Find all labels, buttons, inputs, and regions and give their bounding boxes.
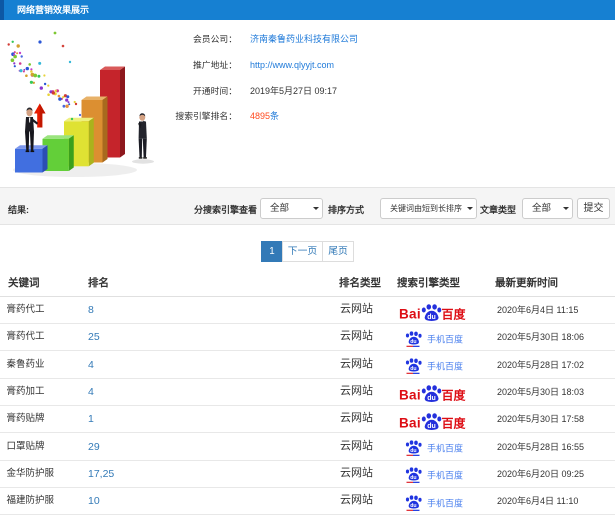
svg-text:du: du [427,314,436,321]
svg-text:Bai: Bai [399,388,421,403]
svg-text:百度: 百度 [442,388,467,403]
svg-text:手机百度: 手机百度 [427,361,463,372]
svg-text:du: du [410,339,416,345]
svg-text:du: du [410,366,416,372]
svg-text:百度: 百度 [442,306,467,321]
svg-text:du: du [427,423,436,430]
svg-text:Bai: Bai [399,415,421,430]
svg-text:du: du [410,503,416,509]
svg-text:百度: 百度 [442,415,467,430]
svg-text:du: du [410,475,416,481]
svg-text:手机百度: 手机百度 [427,470,463,481]
svg-text:Bai: Bai [399,306,421,321]
svg-text:du: du [410,448,416,454]
svg-text:手机百度: 手机百度 [427,497,463,508]
svg-text:du: du [427,396,436,403]
svg-text:手机百度: 手机百度 [427,333,463,344]
svg-text:手机百度: 手机百度 [427,443,463,454]
